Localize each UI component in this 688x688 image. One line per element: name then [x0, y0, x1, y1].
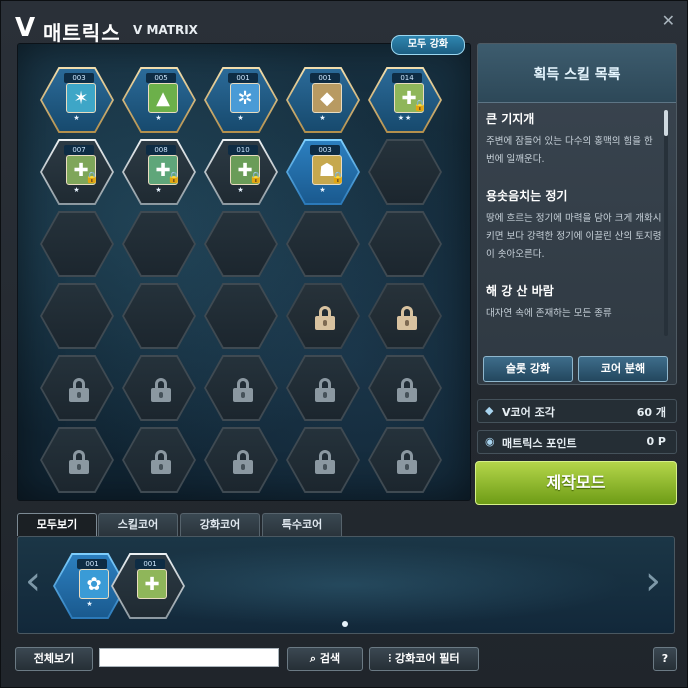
skill-list-panel: 획득 스킬 목록 큰 기지개 주변에 잠들어 있는 다수의 홍맥의 힘을 한 번… [477, 43, 677, 385]
skill-name: 큰 기지개 [486, 112, 535, 126]
lock-icon [397, 306, 417, 330]
vcore-shard-row: ◆ V코어 조각 60 개 [477, 399, 677, 423]
core-lock-icon: 🔒 [167, 171, 181, 184]
core-level: 001 [77, 559, 107, 569]
search-icon: ⌕ [309, 652, 320, 665]
matrix-points-value: 0 P [646, 435, 666, 448]
skill-list-title: 획득 스킬 목록 [533, 67, 621, 83]
core-level: 001 [228, 73, 258, 83]
core-skill-icon: ✲ [230, 83, 260, 113]
core-star-rating: ★ [155, 114, 163, 122]
enhance-all-button[interactable]: 모두 강화 [391, 35, 465, 55]
next-page-icon[interactable]: › [645, 561, 661, 601]
core-level: 007 [64, 145, 94, 155]
tab-all[interactable]: 모두보기 [17, 513, 97, 536]
skill-name: 해 강 산 바람 [486, 284, 554, 298]
core-lock-icon: 🔒 [85, 171, 99, 184]
lock-icon [315, 378, 335, 402]
lock-icon [233, 450, 253, 474]
skill-list: 큰 기지개 주변에 잠들어 있는 다수의 홍맥의 힘을 한 번에 일깨운다. 용… [486, 110, 664, 336]
core-star-rating: ★ [319, 114, 327, 122]
core-star-rating: ★ [73, 186, 81, 194]
core-skill-icon: ✚ [137, 569, 167, 599]
scrollbar-thumb[interactable] [664, 110, 668, 136]
core-level: 014 [392, 73, 422, 83]
lock-icon [315, 450, 335, 474]
skill-list-header: 획득 스킬 목록 [478, 44, 676, 103]
core-lock-icon: 🔒 [249, 171, 263, 184]
search-input[interactable] [99, 648, 279, 667]
search-button[interactable]: ⌕ 검색 [287, 647, 363, 671]
lock-icon [69, 450, 89, 474]
core-level: 001 [135, 559, 165, 569]
skill-description: 땅에 흐르는 정기에 마력을 담아 크게 개화시키면 보다 강력한 정기에 이끌… [486, 213, 662, 260]
tab-enhance-core[interactable]: 강화코어 [180, 513, 260, 536]
core-skill-icon: ✿ [79, 569, 109, 599]
window-subtitle: V MATRIX [133, 23, 198, 37]
skill-entry: 해 강 산 바람 대자연 속에 존재하는 모든 종류 [486, 282, 664, 323]
core-lock-icon: 🔒 [331, 171, 345, 184]
filter-button-label: 강화코어 필터 [395, 652, 460, 665]
core-star-rating: ★★ [397, 114, 413, 122]
lock-icon [397, 450, 417, 474]
core-level: 003 [64, 73, 94, 83]
core-disassemble-button[interactable]: 코어 분해 [578, 356, 668, 382]
skill-list-scrollbar[interactable] [664, 110, 668, 336]
core-skill-icon: ✶ [66, 83, 96, 113]
core-level: 001 [310, 73, 340, 83]
lock-icon [397, 378, 417, 402]
window-title: 매트릭스 [43, 21, 121, 45]
tab-skill-core[interactable]: 스킬코어 [98, 513, 178, 536]
craft-mode-button[interactable]: 제작모드 [475, 461, 677, 505]
title-v: V [15, 13, 36, 43]
lock-icon [151, 378, 171, 402]
skill-name: 용솟음치는 정기 [486, 189, 568, 203]
core-star-rating: ★ [86, 600, 94, 608]
core-skill-icon: ◆ [312, 83, 342, 113]
core-star-rating: ★ [319, 186, 327, 194]
enhance-core-filter-button[interactable]: ⫶ 강화코어 필터 [369, 647, 479, 671]
core-lock-icon: 🔒 [413, 99, 427, 112]
tab-special-core[interactable]: 특수코어 [262, 513, 342, 536]
lock-icon [69, 378, 89, 402]
vcore-shard-value: 60 개 [636, 406, 666, 419]
search-button-label: 검색 [319, 652, 341, 665]
core-level: 005 [146, 73, 176, 83]
core-skill-icon: ▲ [148, 83, 178, 113]
lock-icon [233, 378, 253, 402]
slot-enhance-button[interactable]: 슬롯 강화 [483, 356, 573, 382]
skill-description: 주변에 잠들어 있는 다수의 홍맥의 힘을 한 번에 일깨운다. [486, 136, 653, 165]
vcore-shard-icon: ◆ [485, 404, 494, 417]
lock-icon [315, 306, 335, 330]
v-matrix-window: V 매트릭스 V MATRIX ✕ 모두 강화 003 ✶ ★ 005 ▲ ★ 001 ✲ ★ 0… [0, 0, 688, 688]
matrix-points-icon: ◉ [485, 435, 495, 448]
close-icon[interactable]: ✕ [662, 11, 675, 30]
prev-page-icon[interactable]: ‹ [25, 561, 41, 601]
lock-icon [151, 450, 171, 474]
core-star-rating: ★ [73, 114, 81, 122]
matrix-points-label: 매트릭스 포인트 [502, 437, 577, 450]
matrix-points-row: ◉ 매트릭스 포인트 0 P [477, 430, 677, 454]
core-star-rating: ★ [237, 186, 245, 194]
view-all-button[interactable]: 전체보기 [15, 647, 93, 671]
skill-entry: 용솟음치는 정기 땅에 흐르는 정기에 마력을 담아 크게 개화시키면 보다 강… [486, 187, 664, 264]
core-level: 003 [310, 145, 340, 155]
core-star-rating: ★ [237, 114, 245, 122]
vcore-shard-label: V코어 조각 [502, 406, 555, 419]
core-level: 010 [228, 145, 258, 155]
skill-description: 대자연 속에 존재하는 모든 종류 [486, 308, 612, 319]
help-button[interactable]: ? [653, 647, 677, 671]
core-star-rating: ★ [155, 186, 163, 194]
core-level: 008 [146, 145, 176, 155]
page-indicator [342, 621, 348, 627]
skill-entry: 큰 기지개 주변에 잠들어 있는 다수의 홍맥의 힘을 한 번에 일깨운다. [486, 110, 664, 169]
